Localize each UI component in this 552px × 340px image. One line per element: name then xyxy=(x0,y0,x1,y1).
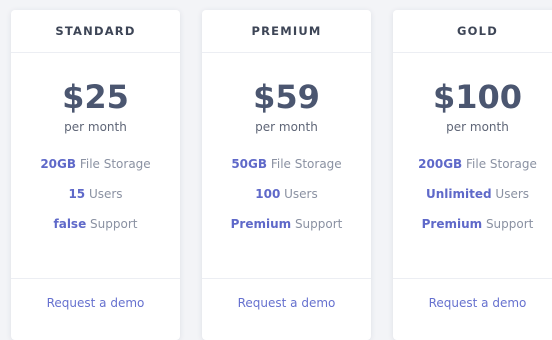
feature-value: Unlimited xyxy=(425,187,492,201)
feature-value: 100 xyxy=(255,187,281,201)
feature-value: 20GB xyxy=(40,157,77,171)
feature-label: Support xyxy=(86,217,138,231)
plan-price: $25 xyxy=(62,78,129,116)
feature-support: false Support xyxy=(11,216,180,246)
feature-label: Users xyxy=(491,187,530,201)
card-footer: Request a demo xyxy=(202,278,371,327)
feature-storage: 20GB File Storage xyxy=(11,156,180,186)
feature-value: 50GB xyxy=(231,157,268,171)
request-demo-link[interactable]: Request a demo xyxy=(429,296,527,310)
card-header: PREMIUM xyxy=(202,10,371,53)
feature-list: 200GB File Storage Unlimited Users Premi… xyxy=(393,156,552,246)
feature-label: File Storage xyxy=(462,157,537,171)
plan-price: $100 xyxy=(432,78,523,116)
pricing-card-premium: PREMIUM $59 per month 50GB File Storage … xyxy=(202,10,371,340)
pricing-card-gold: GOLD $100 per month 200GB File Storage U… xyxy=(393,10,552,340)
pricing-card-standard: STANDARD $25 per month 20GB File Storage… xyxy=(11,10,180,340)
feature-value: Premium xyxy=(230,217,292,231)
billing-period: per month xyxy=(64,120,127,134)
feature-storage: 200GB File Storage xyxy=(393,156,552,186)
feature-label: File Storage xyxy=(76,157,151,171)
feature-support: Premium Support xyxy=(202,216,371,246)
feature-storage: 50GB File Storage xyxy=(202,156,371,186)
feature-users: 100 Users xyxy=(202,186,371,216)
plan-name: STANDARD xyxy=(55,24,136,38)
feature-value: 200GB xyxy=(418,157,463,171)
request-demo-link[interactable]: Request a demo xyxy=(238,296,336,310)
feature-support: Premium Support xyxy=(393,216,552,246)
card-header: GOLD xyxy=(393,10,552,53)
card-footer: Request a demo xyxy=(393,278,552,327)
feature-label: Support xyxy=(482,217,534,231)
feature-value: false xyxy=(53,217,87,231)
feature-label: File Storage xyxy=(267,157,342,171)
feature-label: Users xyxy=(85,187,123,201)
pricing-row: STANDARD $25 per month 20GB File Storage… xyxy=(0,0,552,340)
feature-list: 20GB File Storage 15 Users false Support xyxy=(11,156,180,246)
feature-value: 15 xyxy=(68,187,86,201)
card-header: STANDARD xyxy=(11,10,180,53)
feature-users: 15 Users xyxy=(11,186,180,216)
plan-name: PREMIUM xyxy=(251,24,322,38)
feature-label: Support xyxy=(291,217,343,231)
card-footer: Request a demo xyxy=(11,278,180,327)
plan-price: $59 xyxy=(253,78,320,116)
billing-period: per month xyxy=(446,120,509,134)
feature-list: 50GB File Storage 100 Users Premium Supp… xyxy=(202,156,371,246)
plan-name: GOLD xyxy=(457,24,498,38)
feature-value: Premium xyxy=(421,217,483,231)
request-demo-link[interactable]: Request a demo xyxy=(47,296,145,310)
feature-users: Unlimited Users xyxy=(393,186,552,216)
feature-label: Users xyxy=(280,187,318,201)
billing-period: per month xyxy=(255,120,318,134)
